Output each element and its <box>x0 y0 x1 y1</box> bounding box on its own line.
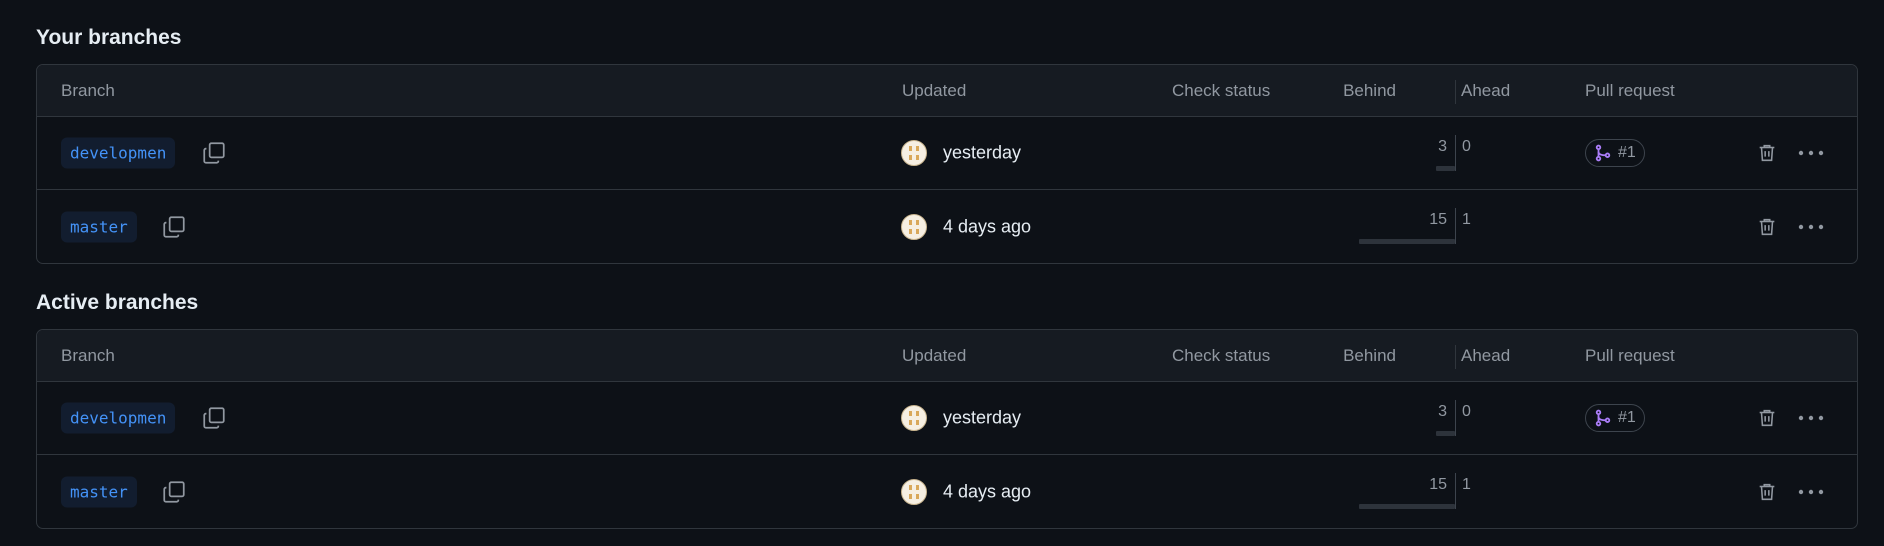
table-row: developmen yesterday 3 0 #1 <box>37 382 1857 455</box>
behind-bar <box>1359 239 1455 244</box>
updated-time: yesterday <box>943 142 1022 163</box>
behind-number: 15 <box>1429 211 1447 228</box>
column-header-updated: Updated <box>902 80 967 100</box>
branch-name-link[interactable]: developmen <box>61 137 176 169</box>
branches-page: Your branches Branch Updated Check statu… <box>0 0 1884 546</box>
table-header: Branch Updated Check status Behind Ahead… <box>37 65 1857 117</box>
column-header-ahead: Ahead <box>1461 80 1511 100</box>
column-header-pull-request: Pull request <box>1585 345 1675 365</box>
copy-icon[interactable] <box>159 212 189 242</box>
kebab-horizontal-icon[interactable] <box>1795 405 1827 431</box>
table-row: master 4 days ago 15 1 <box>37 190 1857 263</box>
kebab-horizontal-icon[interactable] <box>1795 479 1827 505</box>
ahead-number: 1 <box>1462 476 1471 493</box>
column-header-check-status: Check status <box>1172 345 1271 365</box>
kebab-horizontal-icon[interactable] <box>1795 214 1827 240</box>
pull-request-number: #1 <box>1618 409 1636 426</box>
copy-icon[interactable] <box>159 477 189 507</box>
behind-count: 15 <box>1359 473 1455 509</box>
trash-icon[interactable] <box>1754 479 1780 505</box>
behind-bar <box>1436 166 1455 171</box>
copy-icon[interactable] <box>199 138 229 168</box>
avatar[interactable] <box>901 140 927 166</box>
section-title-your-branches: Your branches <box>36 26 182 49</box>
kebab-horizontal-icon[interactable] <box>1795 140 1827 166</box>
trash-icon[interactable] <box>1754 214 1780 240</box>
behind-number: 3 <box>1438 138 1447 155</box>
updated-time: 4 days ago <box>943 216 1032 236</box>
column-header-behind: Behind <box>1343 80 1396 100</box>
ahead-number: 1 <box>1462 211 1471 228</box>
header-divider <box>1455 345 1456 369</box>
behind-ahead-divider <box>1455 208 1456 244</box>
header-divider <box>1455 80 1456 104</box>
table-header: Branch Updated Check status Behind Ahead… <box>37 330 1857 382</box>
branch-name-link[interactable]: developmen <box>61 402 176 434</box>
pull-request-badge[interactable]: #1 <box>1585 404 1645 432</box>
column-header-branch: Branch <box>61 345 115 365</box>
behind-ahead-divider <box>1455 135 1456 171</box>
table-row: master 4 days ago 15 1 <box>37 455 1857 528</box>
behind-bar <box>1436 431 1455 436</box>
behind-ahead-divider <box>1455 400 1456 436</box>
pull-request-number: #1 <box>1618 144 1636 161</box>
column-header-pull-request: Pull request <box>1585 80 1675 100</box>
active-branches-table: Branch Updated Check status Behind Ahead… <box>36 329 1858 529</box>
column-header-branch: Branch <box>61 80 115 100</box>
ahead-number: 0 <box>1462 138 1471 155</box>
behind-ahead-divider <box>1455 473 1456 509</box>
updated-time: yesterday <box>943 407 1022 428</box>
behind-count: 3 <box>1359 135 1455 171</box>
avatar[interactable] <box>901 478 927 505</box>
copy-icon[interactable] <box>199 403 229 433</box>
behind-count: 15 <box>1359 208 1455 244</box>
your-branches-table: Branch Updated Check status Behind Ahead… <box>36 64 1858 264</box>
column-header-updated: Updated <box>902 345 967 365</box>
behind-bar <box>1359 504 1455 509</box>
behind-count: 3 <box>1359 400 1455 436</box>
git-pull-request-icon <box>1595 144 1611 162</box>
behind-number: 15 <box>1429 476 1447 493</box>
trash-icon[interactable] <box>1754 405 1780 431</box>
branch-name-link[interactable]: master <box>61 476 137 507</box>
column-header-behind: Behind <box>1343 345 1396 365</box>
column-header-ahead: Ahead <box>1461 345 1511 365</box>
column-header-check-status: Check status <box>1172 80 1271 100</box>
ahead-number: 0 <box>1462 403 1471 420</box>
branch-name-link[interactable]: master <box>61 211 137 242</box>
trash-icon[interactable] <box>1754 140 1780 166</box>
updated-time: 4 days ago <box>943 481 1032 501</box>
section-title-active-branches: Active branches <box>36 291 199 314</box>
pull-request-badge[interactable]: #1 <box>1585 139 1645 167</box>
git-pull-request-icon <box>1595 409 1611 427</box>
avatar[interactable] <box>901 405 927 431</box>
table-row: developmen yesterday 3 0 #1 <box>37 117 1857 190</box>
behind-number: 3 <box>1438 403 1447 420</box>
avatar[interactable] <box>901 213 927 240</box>
